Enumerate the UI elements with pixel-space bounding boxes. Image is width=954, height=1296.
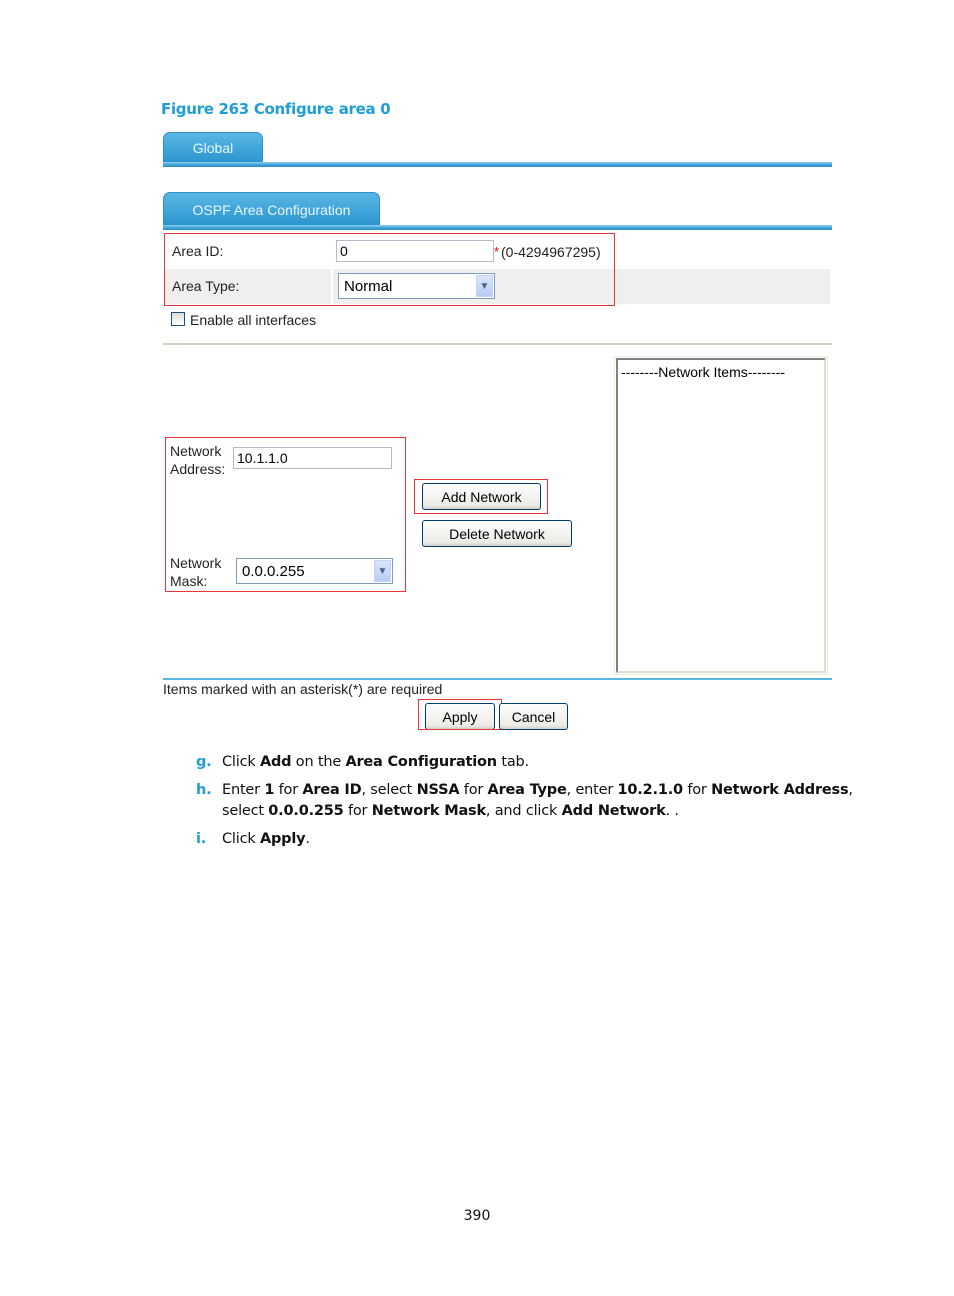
emphasis-text: Add Network — [561, 803, 666, 819]
figure-caption: Figure 263 Configure area 0 — [161, 100, 391, 118]
section-divider — [163, 343, 832, 345]
step-text-run: , select — [361, 782, 417, 798]
step-text-run: for — [343, 803, 372, 819]
emphasis-text: NSSA — [416, 782, 460, 798]
emphasis-text: Network Address — [711, 782, 849, 798]
page-number: 390 — [463, 1208, 491, 1224]
tab-global[interactable]: Global — [163, 132, 263, 163]
step-marker: i. — [196, 831, 207, 847]
emphasis-text: Add — [259, 754, 292, 770]
enable-all-interfaces-checkbox[interactable] — [171, 312, 185, 326]
step-text-run: , enter — [566, 782, 618, 798]
cancel-button[interactable]: Cancel — [499, 703, 568, 730]
emphasis-text: Apply — [259, 831, 306, 847]
network-items-header: --------Network Items-------- — [621, 364, 786, 380]
step-text-run: . — [305, 831, 310, 847]
enable-all-interfaces-label: Enable all interfaces — [190, 312, 317, 328]
step-i: i. Click Apply. — [196, 829, 876, 850]
highlight-box-apply — [418, 699, 502, 730]
emphasis-text: 1 — [264, 782, 275, 798]
step-text-run: for — [274, 782, 303, 798]
network-items-list[interactable]: --------Network Items-------- — [616, 358, 826, 673]
emphasis-text: Area ID — [302, 782, 362, 798]
step-text-run: tab. — [496, 754, 529, 770]
step-text: Enter 1 for Area ID, select NSSA for Are… — [222, 782, 853, 819]
required-note: Items marked with an asterisk(*) are req… — [163, 681, 443, 697]
highlight-box-add-network — [414, 479, 548, 514]
footer-line — [163, 678, 832, 680]
step-h: h. Enter 1 for Area ID, select NSSA for … — [196, 780, 876, 822]
tab-underline — [163, 225, 832, 230]
emphasis-text: Network Mask — [371, 803, 486, 819]
tab-underline — [163, 162, 832, 167]
step-marker: h. — [196, 782, 212, 798]
emphasis-text: 0.0.0.255 — [268, 803, 344, 819]
step-text-run: Click — [222, 754, 260, 770]
step-text-run: for — [682, 782, 712, 798]
tab-ospf-area-configuration[interactable]: OSPF Area Configuration — [163, 192, 380, 226]
step-text-run: for — [459, 782, 488, 798]
highlight-box-area — [164, 233, 615, 306]
emphasis-text: Area Type — [487, 782, 567, 798]
step-text: Click Apply. — [222, 831, 310, 847]
step-text-run: Enter — [222, 782, 265, 798]
instruction-steps: g. Click Add on the Area Configuration t… — [196, 752, 876, 857]
emphasis-text: 10.2.1.0 — [617, 782, 684, 798]
step-marker: g. — [196, 754, 212, 770]
step-text: Click Add on the Area Configuration tab. — [222, 754, 529, 770]
step-text-run: on the — [291, 754, 346, 770]
emphasis-text: Area Configuration — [345, 754, 497, 770]
step-g: g. Click Add on the Area Configuration t… — [196, 752, 876, 773]
step-text-run: Click — [222, 831, 260, 847]
highlight-box-network — [165, 437, 406, 592]
step-text-run: , and click — [485, 803, 562, 819]
step-text-run: . . — [665, 803, 679, 819]
delete-network-button[interactable]: Delete Network — [422, 520, 572, 547]
